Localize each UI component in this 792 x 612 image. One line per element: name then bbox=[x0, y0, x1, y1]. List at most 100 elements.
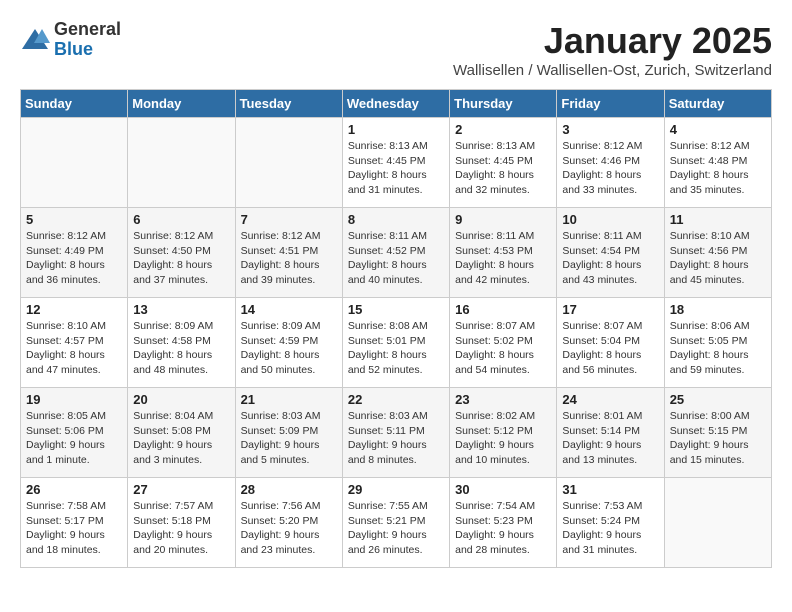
header-day-monday: Monday bbox=[128, 90, 235, 118]
day-info: Sunrise: 8:11 AM Sunset: 4:54 PM Dayligh… bbox=[562, 229, 658, 288]
header-day-sunday: Sunday bbox=[21, 90, 128, 118]
day-number: 5 bbox=[26, 212, 122, 227]
calendar-cell: 18 Sunrise: 8:06 AM Sunset: 5:05 PM Dayli… bbox=[664, 298, 771, 388]
calendar-cell: 17 Sunrise: 8:07 AM Sunset: 5:04 PM Dayli… bbox=[557, 298, 664, 388]
day-info: Sunrise: 8:06 AM Sunset: 5:05 PM Dayligh… bbox=[670, 319, 766, 378]
calendar-cell: 29 Sunrise: 7:55 AM Sunset: 5:21 PM Dayli… bbox=[342, 478, 449, 568]
day-number: 9 bbox=[455, 212, 551, 227]
week-row-2: 5 Sunrise: 8:12 AM Sunset: 4:49 PM Daylig… bbox=[21, 208, 772, 298]
day-info: Sunrise: 8:10 AM Sunset: 4:56 PM Dayligh… bbox=[670, 229, 766, 288]
day-info: Sunrise: 8:01 AM Sunset: 5:14 PM Dayligh… bbox=[562, 409, 658, 468]
day-info: Sunrise: 8:07 AM Sunset: 5:02 PM Dayligh… bbox=[455, 319, 551, 378]
calendar-cell: 13 Sunrise: 8:09 AM Sunset: 4:58 PM Dayli… bbox=[128, 298, 235, 388]
day-number: 17 bbox=[562, 302, 658, 317]
day-number: 4 bbox=[670, 122, 766, 137]
day-info: Sunrise: 8:00 AM Sunset: 5:15 PM Dayligh… bbox=[670, 409, 766, 468]
day-number: 16 bbox=[455, 302, 551, 317]
week-row-3: 12Sunrise: 8:10 AM Sunset: 4:57 PM Dayli… bbox=[21, 298, 772, 388]
day-info: Sunrise: 8:03 AM Sunset: 5:09 PM Dayligh… bbox=[241, 409, 337, 468]
header-day-saturday: Saturday bbox=[664, 90, 771, 118]
day-number: 11 bbox=[670, 212, 766, 227]
day-number: 22 bbox=[348, 392, 444, 407]
day-info: Sunrise: 8:08 AM Sunset: 5:01 PM Dayligh… bbox=[348, 319, 444, 378]
day-number: 20 bbox=[133, 392, 229, 407]
calendar-cell: 20 Sunrise: 8:04 AM Sunset: 5:08 PM Dayli… bbox=[128, 388, 235, 478]
day-number: 21 bbox=[241, 392, 337, 407]
calendar-cell: 5 Sunrise: 8:12 AM Sunset: 4:49 PM Daylig… bbox=[21, 208, 128, 298]
week-row-1: 1Sunrise: 8:13 AM Sunset: 4:45 PM Daylig… bbox=[21, 118, 772, 208]
calendar-title: January 2025 bbox=[453, 20, 772, 62]
header-day-thursday: Thursday bbox=[450, 90, 557, 118]
day-info: Sunrise: 8:04 AM Sunset: 5:08 PM Dayligh… bbox=[133, 409, 229, 468]
day-info: Sunrise: 8:13 AM Sunset: 4:45 PM Dayligh… bbox=[348, 139, 444, 198]
day-number: 10 bbox=[562, 212, 658, 227]
day-number: 30 bbox=[455, 482, 551, 497]
day-info: Sunrise: 8:05 AM Sunset: 5:06 PM Dayligh… bbox=[26, 409, 122, 468]
calendar-cell bbox=[21, 118, 128, 208]
day-info: Sunrise: 7:58 AM Sunset: 5:17 PM Dayligh… bbox=[26, 499, 122, 558]
day-info: Sunrise: 8:09 AM Sunset: 4:59 PM Dayligh… bbox=[241, 319, 337, 378]
day-number: 31 bbox=[562, 482, 658, 497]
title-section: January 2025 Wallisellen / Wallisellen-O… bbox=[453, 20, 772, 79]
calendar-cell: 22Sunrise: 8:03 AM Sunset: 5:11 PM Dayli… bbox=[342, 388, 449, 478]
day-number: 12 bbox=[26, 302, 122, 317]
day-number: 18 bbox=[670, 302, 766, 317]
calendar-table: SundayMondayTuesdayWednesdayThursdayFrid… bbox=[20, 89, 772, 568]
day-info: Sunrise: 7:55 AM Sunset: 5:21 PM Dayligh… bbox=[348, 499, 444, 558]
day-info: Sunrise: 8:12 AM Sunset: 4:50 PM Dayligh… bbox=[133, 229, 229, 288]
logo-text: General Blue bbox=[54, 20, 121, 60]
day-info: Sunrise: 7:54 AM Sunset: 5:23 PM Dayligh… bbox=[455, 499, 551, 558]
day-number: 15 bbox=[348, 302, 444, 317]
calendar-cell: 9 Sunrise: 8:11 AM Sunset: 4:53 PM Daylig… bbox=[450, 208, 557, 298]
day-info: Sunrise: 8:12 AM Sunset: 4:49 PM Dayligh… bbox=[26, 229, 122, 288]
calendar-cell: 21 Sunrise: 8:03 AM Sunset: 5:09 PM Dayli… bbox=[235, 388, 342, 478]
calendar-cell: 8 Sunrise: 8:11 AM Sunset: 4:52 PM Daylig… bbox=[342, 208, 449, 298]
logo: General Blue bbox=[20, 20, 121, 60]
week-row-4: 19Sunrise: 8:05 AM Sunset: 5:06 PM Dayli… bbox=[21, 388, 772, 478]
header-row: SundayMondayTuesdayWednesdayThursdayFrid… bbox=[21, 90, 772, 118]
day-info: Sunrise: 8:13 AM Sunset: 4:45 PM Dayligh… bbox=[455, 139, 551, 198]
day-info: Sunrise: 8:12 AM Sunset: 4:48 PM Dayligh… bbox=[670, 139, 766, 198]
calendar-cell: 6Sunrise: 8:12 AM Sunset: 4:50 PM Daylig… bbox=[128, 208, 235, 298]
day-info: Sunrise: 7:57 AM Sunset: 5:18 PM Dayligh… bbox=[133, 499, 229, 558]
day-number: 14 bbox=[241, 302, 337, 317]
day-number: 7 bbox=[241, 212, 337, 227]
day-number: 3 bbox=[562, 122, 658, 137]
calendar-cell: 12Sunrise: 8:10 AM Sunset: 4:57 PM Dayli… bbox=[21, 298, 128, 388]
day-number: 27 bbox=[133, 482, 229, 497]
calendar-cell: 2 Sunrise: 8:13 AM Sunset: 4:45 PM Daylig… bbox=[450, 118, 557, 208]
calendar-cell: 10 Sunrise: 8:11 AM Sunset: 4:54 PM Dayli… bbox=[557, 208, 664, 298]
calendar-body: 1Sunrise: 8:13 AM Sunset: 4:45 PM Daylig… bbox=[21, 118, 772, 568]
day-number: 24 bbox=[562, 392, 658, 407]
day-info: Sunrise: 8:09 AM Sunset: 4:58 PM Dayligh… bbox=[133, 319, 229, 378]
day-info: Sunrise: 7:56 AM Sunset: 5:20 PM Dayligh… bbox=[241, 499, 337, 558]
day-info: Sunrise: 8:07 AM Sunset: 5:04 PM Dayligh… bbox=[562, 319, 658, 378]
calendar-cell: 23Sunrise: 8:02 AM Sunset: 5:12 PM Dayli… bbox=[450, 388, 557, 478]
calendar-cell: 16 Sunrise: 8:07 AM Sunset: 5:02 PM Dayli… bbox=[450, 298, 557, 388]
day-info: Sunrise: 8:11 AM Sunset: 4:53 PM Dayligh… bbox=[455, 229, 551, 288]
day-number: 23 bbox=[455, 392, 551, 407]
calendar-cell bbox=[664, 478, 771, 568]
calendar-cell: 30 Sunrise: 7:54 AM Sunset: 5:23 PM Dayli… bbox=[450, 478, 557, 568]
header-day-friday: Friday bbox=[557, 90, 664, 118]
calendar-cell: 31Sunrise: 7:53 AM Sunset: 5:24 PM Dayli… bbox=[557, 478, 664, 568]
day-info: Sunrise: 8:11 AM Sunset: 4:52 PM Dayligh… bbox=[348, 229, 444, 288]
day-number: 8 bbox=[348, 212, 444, 227]
calendar-cell: 25 Sunrise: 8:00 AM Sunset: 5:15 PM Dayli… bbox=[664, 388, 771, 478]
calendar-cell: 3Sunrise: 8:12 AM Sunset: 4:46 PM Daylig… bbox=[557, 118, 664, 208]
day-number: 26 bbox=[26, 482, 122, 497]
header-day-tuesday: Tuesday bbox=[235, 90, 342, 118]
week-row-5: 26 Sunrise: 7:58 AM Sunset: 5:17 PM Dayli… bbox=[21, 478, 772, 568]
calendar-cell: 1Sunrise: 8:13 AM Sunset: 4:45 PM Daylig… bbox=[342, 118, 449, 208]
calendar-cell: 24 Sunrise: 8:01 AM Sunset: 5:14 PM Dayli… bbox=[557, 388, 664, 478]
calendar-cell: 27 Sunrise: 7:57 AM Sunset: 5:18 PM Dayli… bbox=[128, 478, 235, 568]
calendar-cell: 11 Sunrise: 8:10 AM Sunset: 4:56 PM Dayli… bbox=[664, 208, 771, 298]
day-number: 2 bbox=[455, 122, 551, 137]
day-number: 25 bbox=[670, 392, 766, 407]
day-number: 13 bbox=[133, 302, 229, 317]
calendar-cell: 4 Sunrise: 8:12 AM Sunset: 4:48 PM Daylig… bbox=[664, 118, 771, 208]
day-number: 29 bbox=[348, 482, 444, 497]
calendar-cell bbox=[128, 118, 235, 208]
logo-icon bbox=[20, 25, 50, 55]
calendar-cell: 15 Sunrise: 8:08 AM Sunset: 5:01 PM Dayli… bbox=[342, 298, 449, 388]
